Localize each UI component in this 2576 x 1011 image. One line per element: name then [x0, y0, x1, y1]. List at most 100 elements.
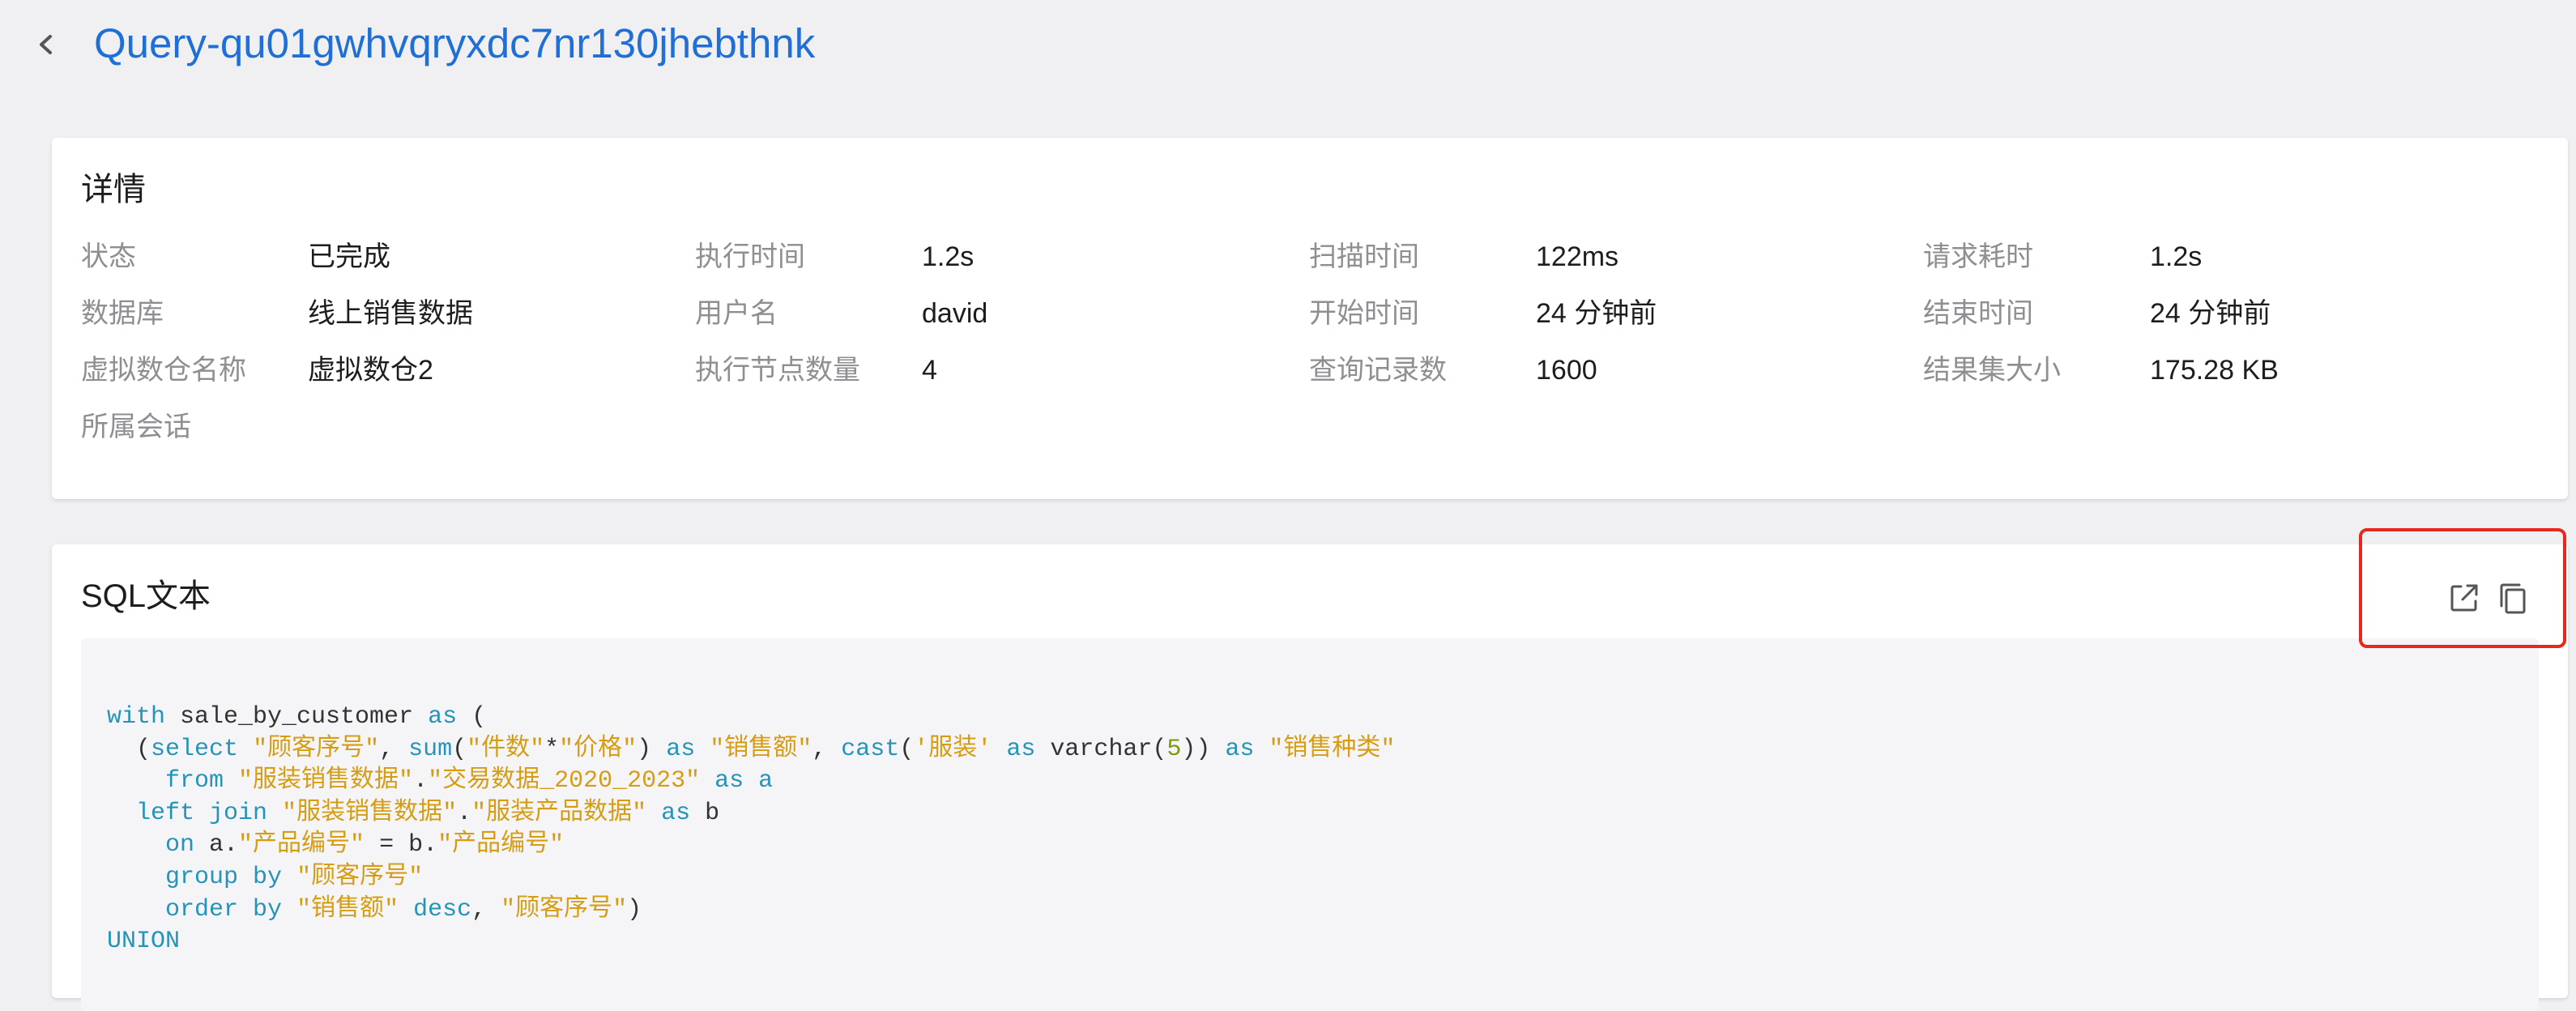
- detail-value: david: [922, 298, 988, 329]
- sql-token: as: [714, 767, 744, 796]
- chevron-left-icon: [40, 35, 52, 54]
- sql-token: "服装销售数据": [238, 767, 414, 796]
- details-card: 详情 状态 已完成 执行时间 1.2s 扫描时间 122ms 请求耗时 1.2s…: [52, 138, 2568, 499]
- detail-label: 数据库: [81, 298, 164, 329]
- sql-token: *: [544, 735, 560, 763]
- sql-code-block[interactable]: with sale_by_customer as ( (select "顾客序号…: [81, 638, 2539, 1011]
- details-row: 虚拟数仓名称 虚拟数仓2 执行节点数量 4 查询记录数 1600 结果集大小 1…: [81, 352, 2544, 408]
- details-row: 状态 已完成 执行时间 1.2s 扫描时间 122ms 请求耗时 1.2s: [81, 238, 2544, 295]
- detail-value: 122ms: [1536, 241, 1619, 272]
- sql-token: "交易数据_2020_2023": [428, 767, 701, 796]
- sql-line: with sale_by_customer as (: [107, 703, 486, 731]
- sql-token: "顾客序号": [501, 895, 628, 924]
- sql-token: as: [1006, 735, 1036, 763]
- sql-token: as: [661, 799, 691, 827]
- external-link-icon[interactable]: [2446, 580, 2482, 616]
- sql-token: sale_by_customer: [165, 703, 429, 731]
- sql-token: as: [428, 703, 458, 731]
- sql-token: ): [627, 895, 642, 924]
- sql-line: left join "服装销售数据"."服装产品数据" as b: [107, 800, 719, 827]
- detail-label: 开始时间: [1309, 298, 1419, 329]
- detail-value: 线上销售数据: [308, 298, 473, 329]
- sql-token: "服装产品数据": [471, 799, 647, 827]
- sql-token: on: [165, 831, 195, 860]
- sql-token: a: [758, 767, 774, 796]
- sql-token: "销售种类": [1269, 735, 1396, 763]
- detail-value: 虚拟数仓2: [308, 355, 433, 386]
- sql-token: ,: [379, 735, 409, 763]
- sql-token: select: [151, 735, 239, 763]
- sql-line: on a."产品编号" = b."产品编号": [107, 831, 564, 859]
- sql-token: with: [107, 703, 166, 731]
- sql-line: (select "顾客序号", sum("件数"*"价格") as "销售额",…: [107, 736, 1395, 763]
- details-row: 数据库 线上销售数据 用户名 david 开始时间 24 分钟前 结束时间 24…: [81, 295, 2544, 352]
- sql-token: )): [1181, 735, 1226, 763]
- detail-label: 结果集大小: [1923, 355, 2061, 386]
- detail-value: 4: [922, 355, 937, 386]
- sql-token: "销售额": [296, 895, 399, 924]
- back-button[interactable]: [29, 24, 62, 65]
- sql-token: order by: [165, 895, 283, 924]
- sql-token: sum: [408, 735, 453, 763]
- detail-value: 24 分钟前: [1536, 298, 1657, 329]
- sql-token: "产品编号": [437, 831, 565, 860]
- sql-code-text: with sale_by_customer as ( (select "顾客序号…: [107, 702, 1395, 958]
- sql-line: group by "顾客序号": [107, 864, 423, 891]
- sql-token: cast: [841, 735, 900, 763]
- sql-token: '服装': [914, 735, 992, 763]
- sql-token: (: [107, 735, 151, 763]
- detail-label: 扫描时间: [1309, 241, 1419, 272]
- sql-token: ): [637, 735, 667, 763]
- sql-token: a.: [194, 831, 239, 860]
- sql-token: "件数": [467, 735, 545, 763]
- copy-icon[interactable]: [2495, 580, 2531, 616]
- sql-token: b: [690, 799, 720, 827]
- sql-token: as: [1225, 735, 1255, 763]
- sql-token: left join: [136, 799, 268, 827]
- detail-label: 用户名: [695, 298, 778, 329]
- detail-label: 虚拟数仓名称: [81, 355, 246, 386]
- sql-token: .: [413, 767, 429, 796]
- detail-value: 24 分钟前: [2150, 298, 2271, 329]
- sql-token: (: [457, 703, 487, 731]
- sql-line: UNION: [107, 928, 180, 955]
- sql-token: varchar(: [1035, 735, 1167, 763]
- sql-token: 5: [1166, 735, 1182, 763]
- sql-token: ,: [471, 895, 501, 924]
- sql-token: (: [899, 735, 915, 763]
- sql-token: "服装销售数据": [282, 799, 458, 827]
- sql-title: SQL文本: [81, 578, 211, 614]
- sql-token: from: [165, 767, 224, 796]
- detail-value: 175.28 KB: [2150, 355, 2279, 386]
- sql-token: "销售额": [710, 735, 812, 763]
- sql-token: group by: [165, 863, 283, 891]
- sql-card: SQL文本 with sale_by_customer as ( (select…: [52, 544, 2568, 1011]
- sql-token: "顾客序号": [296, 863, 424, 891]
- detail-value: 1600: [1536, 355, 1597, 386]
- sql-token: "产品编号": [238, 831, 365, 860]
- sql-token: "价格": [559, 735, 638, 763]
- details-grid: 状态 已完成 执行时间 1.2s 扫描时间 122ms 请求耗时 1.2s 数据…: [81, 238, 2544, 465]
- details-title: 详情: [81, 172, 146, 207]
- detail-label: 执行时间: [695, 241, 805, 272]
- detail-label: 所属会话: [81, 412, 191, 442]
- sql-token: "顾客序号": [253, 735, 380, 763]
- detail-label: 结束时间: [1923, 298, 2033, 329]
- page-header: Query-qu01gwhvqryxdc7nr130jhebthnk: [0, 0, 2576, 89]
- sql-token: desc: [413, 895, 472, 924]
- page-title: Query-qu01gwhvqryxdc7nr130jhebthnk: [94, 20, 816, 66]
- detail-label: 状态: [81, 241, 136, 272]
